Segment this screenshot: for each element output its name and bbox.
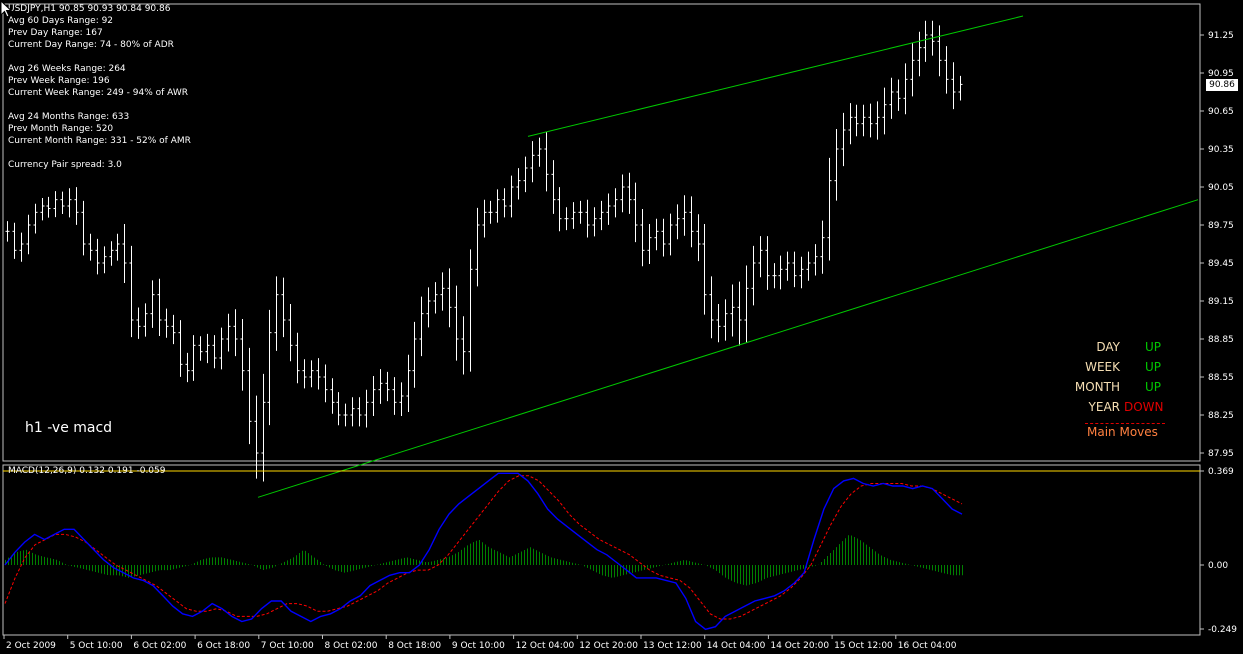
- range-info-line: Current Day Range: 74 - 80% of ADR: [8, 40, 174, 50]
- signal-line: [4, 475, 963, 620]
- price-tick-label: 88.85: [1208, 335, 1234, 345]
- current-price-label: 90.86: [1206, 79, 1238, 91]
- time-tick-label: 15 Oct 12:00: [834, 641, 893, 651]
- macd-tick-label: 0.369: [1208, 467, 1234, 477]
- time-axis: 2 Oct 2009 5 Oct 10:00 6 Oct 02:00 6 Oct 18…: [3, 635, 957, 651]
- price-axis: 91.25 90.95 90.65 90.35 90.05 89.75 89.45 89.15…: [1200, 31, 1234, 459]
- chart-note: h1 -ve macd: [25, 420, 113, 436]
- trend-label-year: YEAR: [1088, 400, 1120, 414]
- range-info-line: Avg 26 Weeks Range: 264: [8, 64, 126, 74]
- trend-label-month: MONTH: [1074, 380, 1120, 394]
- price-tick-label: 90.95: [1208, 69, 1234, 79]
- price-tick-label: 89.75: [1208, 221, 1234, 231]
- channel-upper-line: [527, 15, 1024, 137]
- time-tick-label: 12 Oct 20:00: [579, 641, 638, 651]
- time-tick-label: 6 Oct 02:00: [133, 641, 186, 651]
- main-moves-label: Main Moves: [1087, 425, 1158, 439]
- price-tick-label: 89.15: [1208, 297, 1234, 307]
- time-tick-label: 12 Oct 04:00: [516, 641, 575, 651]
- time-tick-label: 14 Oct 04:00: [707, 641, 766, 651]
- range-info-line: Current Week Range: 249 - 94% of AWR: [8, 88, 188, 98]
- macd-tick-label: -0.249: [1208, 625, 1237, 635]
- macd-line: [4, 472, 963, 631]
- macd-lines: [3, 470, 1200, 631]
- trend-value-week: UP: [1145, 360, 1162, 374]
- price-tick-label: 87.95: [1208, 449, 1234, 459]
- symbol-header: USDJPY,H1 90.85 90.93 90.84 90.86: [8, 4, 171, 14]
- range-info-line: Currency Pair spread: 3.0: [8, 160, 122, 170]
- price-tick-label: 88.25: [1208, 411, 1234, 421]
- price-tick-label: 90.05: [1208, 183, 1234, 193]
- range-info-line: Prev Month Range: 520: [8, 124, 114, 134]
- time-tick-label: 14 Oct 20:00: [770, 641, 829, 651]
- macd-pane-border: [2, 464, 1201, 636]
- time-tick-label: 8 Oct 18:00: [388, 641, 441, 651]
- macd-title: MACD(12,26,9) 0.132 0.191 -0.059: [8, 466, 166, 476]
- mouse-cursor-icon: [0, 0, 13, 18]
- macd-histogram: [5, 535, 963, 586]
- time-tick-label: 6 Oct 18:00: [197, 641, 250, 651]
- price-tick-label: 90.65: [1208, 107, 1234, 117]
- time-tick-label: 7 Oct 10:00: [261, 641, 314, 651]
- time-tick-label: 9 Oct 10:00: [452, 641, 505, 651]
- price-tick-label: 90.35: [1208, 145, 1234, 155]
- macd-axis: 0.369 0.00 -0.249: [1200, 467, 1237, 635]
- trend-label-day: DAY: [1096, 340, 1120, 354]
- price-tick-label: 89.45: [1208, 259, 1234, 269]
- trend-separator: [1085, 423, 1165, 424]
- trend-label-week: WEEK: [1085, 360, 1120, 374]
- range-info-line: Avg 60 Days Range: 92: [8, 16, 114, 26]
- time-tick-label: 2 Oct 2009: [6, 641, 56, 651]
- time-tick-label: 8 Oct 02:00: [325, 641, 378, 651]
- trend-channel[interactable]: [257, 15, 1199, 498]
- trend-value-year: DOWN: [1124, 400, 1164, 414]
- time-tick-label: 16 Oct 04:00: [898, 641, 957, 651]
- trend-value-day: UP: [1145, 340, 1162, 354]
- price-tick-label: 91.25: [1208, 31, 1234, 41]
- time-tick-label: 5 Oct 10:00: [70, 641, 123, 651]
- time-tick-label: 13 Oct 12:00: [643, 641, 702, 651]
- range-info-line: Avg 24 Months Range: 633: [8, 112, 130, 122]
- range-info-line: Prev Week Range: 196: [8, 76, 110, 86]
- macd-tick-label: 0.00: [1208, 561, 1228, 571]
- trend-value-month: UP: [1145, 380, 1162, 394]
- range-info-line: Prev Day Range: 167: [8, 28, 103, 38]
- range-info-line: Current Month Range: 331 - 52% of AMR: [8, 136, 191, 146]
- price-tick-label: 88.55: [1208, 373, 1234, 383]
